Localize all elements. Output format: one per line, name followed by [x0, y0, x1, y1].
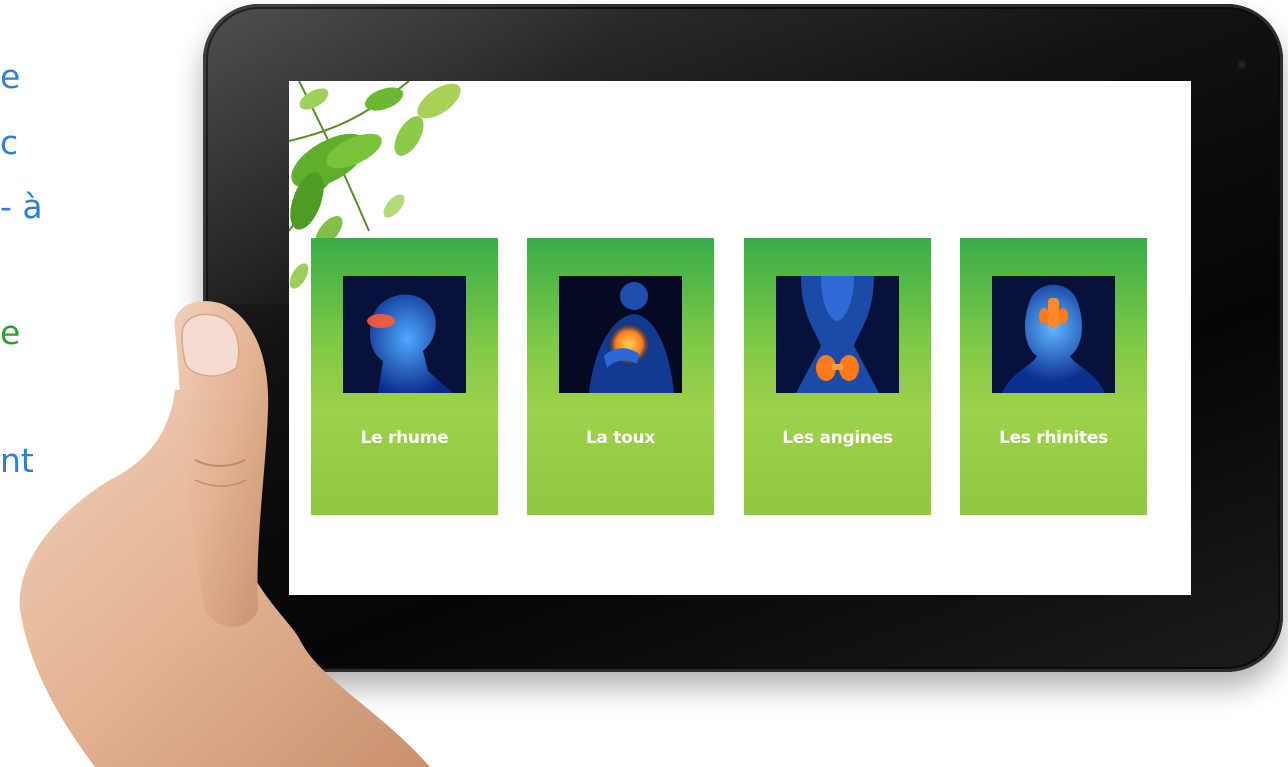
chest-cough-anatomy-icon: [559, 276, 682, 393]
camera-icon: [1237, 60, 1249, 72]
side-text-fragment: e: [0, 57, 21, 96]
card-les-angines[interactable]: Les angines: [744, 238, 931, 515]
card-la-toux[interactable]: La toux: [527, 238, 714, 515]
card-label: Les angines: [782, 428, 893, 448]
sinus-anatomy-icon: [992, 276, 1115, 393]
side-text-fragment: - à: [0, 187, 43, 226]
card-les-rhinites[interactable]: Les rhinites: [960, 238, 1147, 515]
card-label: Les rhinites: [999, 428, 1108, 448]
side-text-fragment: c: [0, 123, 19, 162]
hand-image: [19, 301, 431, 767]
throat-anatomy-icon: [776, 276, 899, 393]
card-label: La toux: [586, 428, 655, 448]
